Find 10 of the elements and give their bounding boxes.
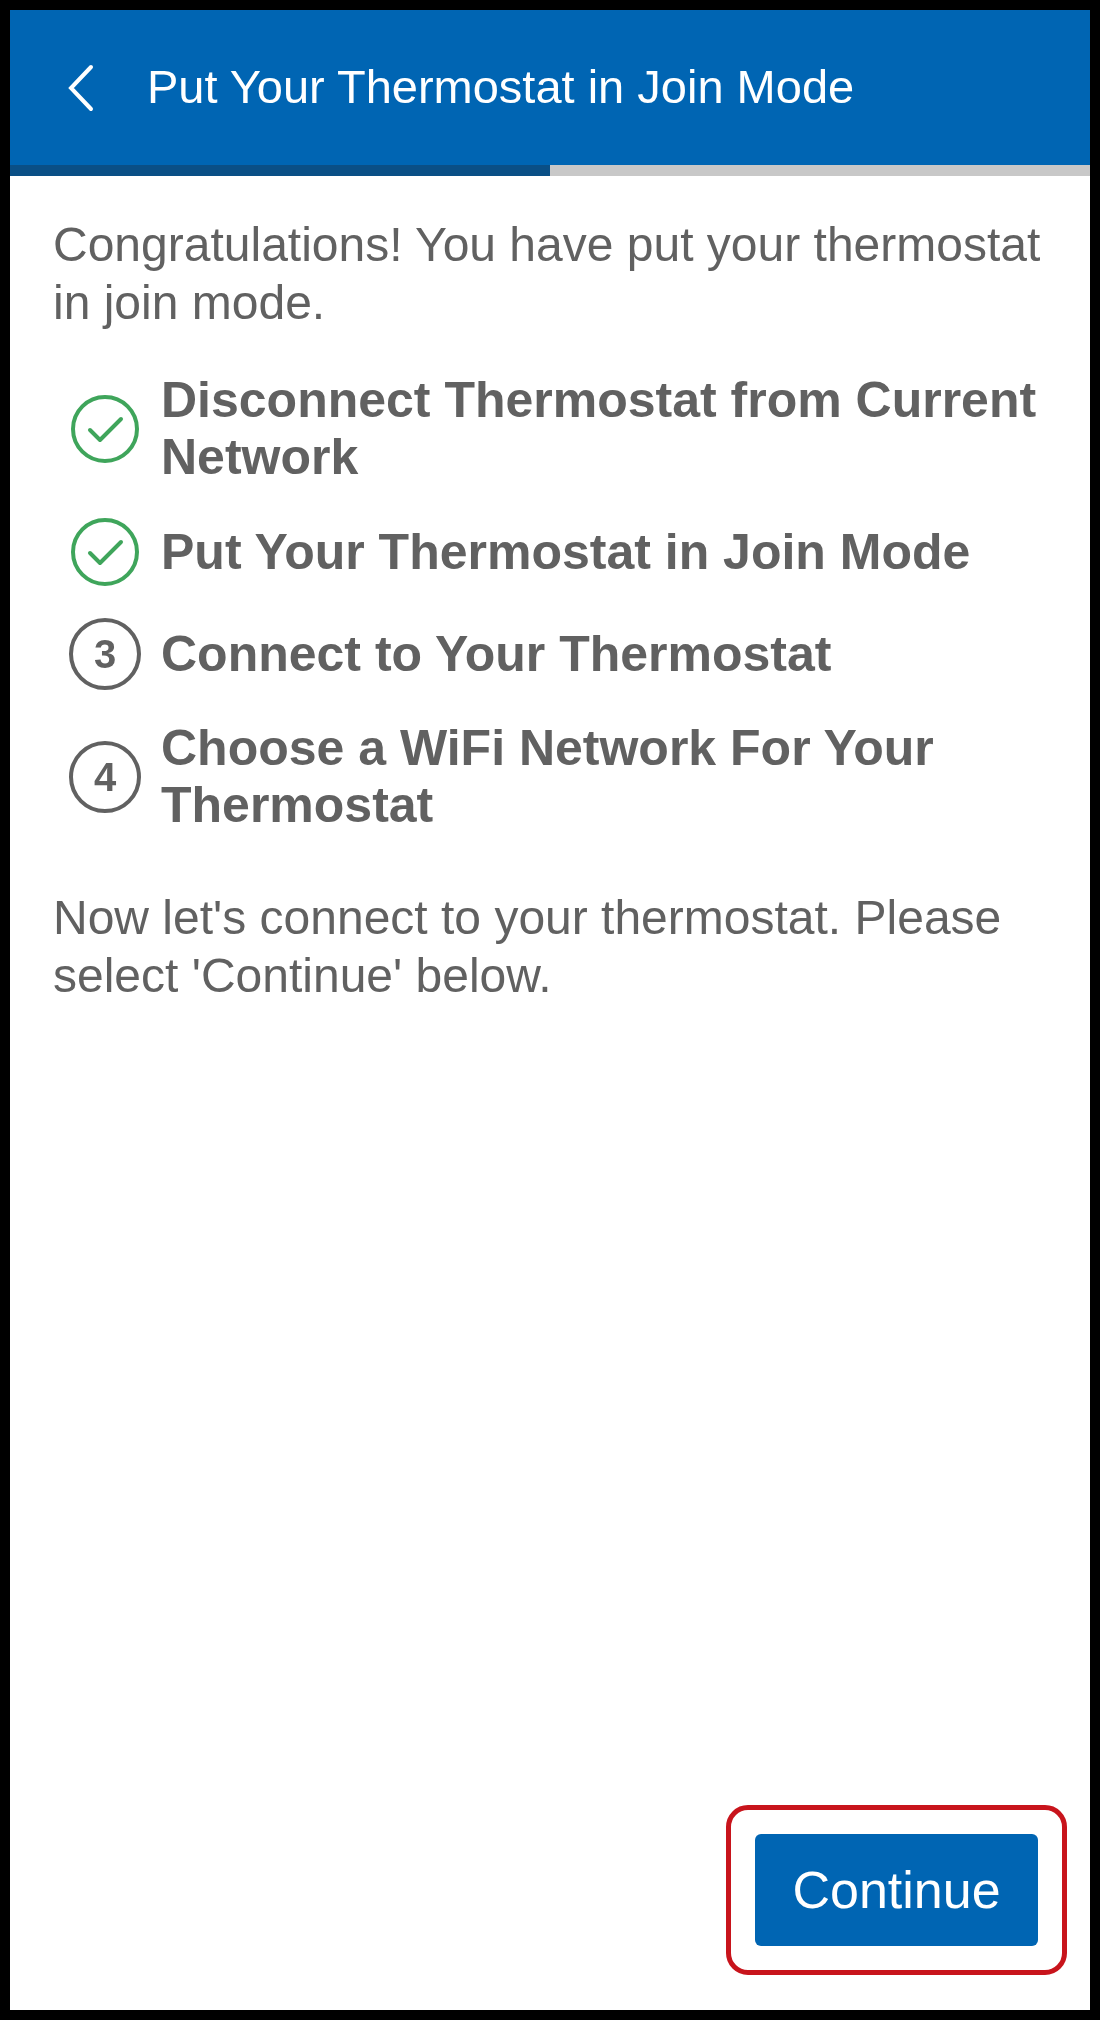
step-label: Put Your Thermostat in Join Mode bbox=[161, 523, 971, 581]
step-number: 4 bbox=[69, 741, 141, 813]
page-title: Put Your Thermostat in Join Mode bbox=[147, 59, 855, 116]
instruction-text: Now let's connect to your thermostat. Please select 'Continue' below. bbox=[53, 890, 1003, 1004]
step-label: Connect to Your Thermostat bbox=[161, 625, 832, 683]
intro-text: Congratulations! You have put your thermostat in join mode. bbox=[53, 217, 1042, 331]
step-label: Disconnect Thermostat from Current Network bbox=[161, 372, 1038, 486]
step-label: Choose a WiFi Network For Your Thermostat bbox=[161, 720, 935, 834]
step-number: 3 bbox=[69, 618, 141, 690]
continue-button[interactable]: Continue bbox=[755, 1834, 1038, 1946]
